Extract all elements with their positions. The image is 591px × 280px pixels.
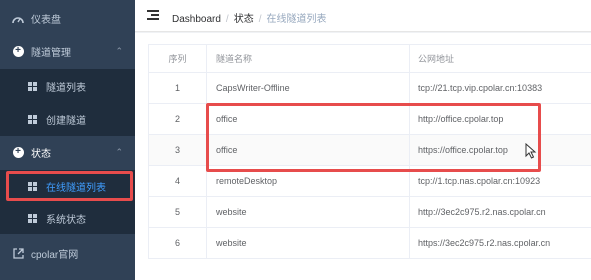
table-row: 6 website https://3ec2c975.r2.nas.cpolar… (148, 228, 591, 259)
breadcrumb-separator: / (225, 14, 229, 25)
breadcrumb: Dashboard / 状态 / 在线隧道列表 (172, 10, 326, 25)
hamburger-icon[interactable] (147, 10, 159, 20)
table-header-row: 序列 隧道名称 公网地址 (148, 45, 591, 73)
cell-index: 3 (148, 135, 206, 165)
column-header-name: 隧道名称 (206, 45, 409, 72)
cell-index: 1 (148, 73, 206, 103)
navbar: Dashboard / 状态 / 在线隧道列表 (135, 0, 591, 32)
plus-circle-icon: + (12, 45, 24, 57)
highlight-box-menu (6, 171, 133, 201)
sidebar-item-dashboard[interactable]: 仪表盘 (0, 6, 135, 30)
sidebar-item-label: 隧道管理 (31, 47, 71, 59)
breadcrumb-separator: / (258, 14, 262, 25)
cell-index: 2 (148, 104, 206, 134)
breadcrumb-item-dashboard[interactable]: Dashboard (172, 14, 221, 25)
sidebar-item-label: cpolar官网 (31, 249, 79, 261)
column-header-url: 公网地址 (409, 45, 591, 72)
cell-index: 4 (148, 166, 206, 196)
sidebar-item-cpolar-website[interactable]: cpolar官网 (0, 240, 135, 266)
sidebar-group-tunnel-management[interactable]: + 隧道管理 ⌃ (0, 38, 135, 64)
cell-url: http://3ec2c975.r2.nas.cpolar.cn (409, 197, 591, 227)
sidebar-item-label: 仪表盘 (31, 14, 61, 26)
grid-icon (26, 213, 38, 225)
grid-icon (26, 80, 38, 92)
cell-index: 6 (148, 228, 206, 258)
sidebar-item-label: 系统状态 (46, 215, 86, 226)
table-row: 5 website http://3ec2c975.r2.nas.cpolar.… (148, 197, 591, 228)
column-header-index: 序列 (148, 45, 206, 72)
sidebar-item-create-tunnel[interactable]: 创建隧道 (0, 103, 135, 136)
external-link-icon (12, 247, 24, 259)
sidebar-group-status[interactable]: + 状态 ⌃ (0, 139, 135, 165)
chevron-up-icon: ⌃ (115, 45, 123, 56)
cell-url: https://3ec2c975.r2.nas.cpolar.cn (409, 228, 591, 258)
sidebar-item-label: 隧道列表 (46, 82, 86, 94)
cell-name: website (206, 228, 409, 258)
sidebar-item-system-status[interactable]: 系统状态 (0, 203, 135, 234)
grid-icon (26, 114, 38, 126)
chevron-up-icon: ⌃ (115, 146, 123, 157)
highlight-box-rows (206, 103, 541, 172)
sidebar: 仪表盘 + 隧道管理 ⌃ 隧道列表 创建隧道 + 状态 ⌃ 在线隧道列表 系统状… (0, 0, 135, 280)
plus-circle-icon: + (12, 146, 24, 158)
cell-index: 5 (148, 197, 206, 227)
sidebar-item-tunnel-list[interactable]: 隧道列表 (0, 69, 135, 103)
dashboard-icon (12, 12, 24, 24)
sidebar-item-label: 创建隧道 (46, 116, 86, 127)
cell-name: CapsWriter-Offline (206, 73, 409, 103)
mouse-cursor-icon (525, 143, 537, 159)
cell-name: website (206, 197, 409, 227)
cell-url: tcp://21.tcp.vip.cpolar.cn:10383 (409, 73, 591, 103)
breadcrumb-item-status: 状态 (233, 14, 254, 25)
table-row: 1 CapsWriter-Offline tcp://21.tcp.vip.cp… (148, 73, 591, 104)
breadcrumb-item-current: 在线隧道列表 (266, 14, 327, 25)
sidebar-item-label: 状态 (31, 148, 51, 160)
